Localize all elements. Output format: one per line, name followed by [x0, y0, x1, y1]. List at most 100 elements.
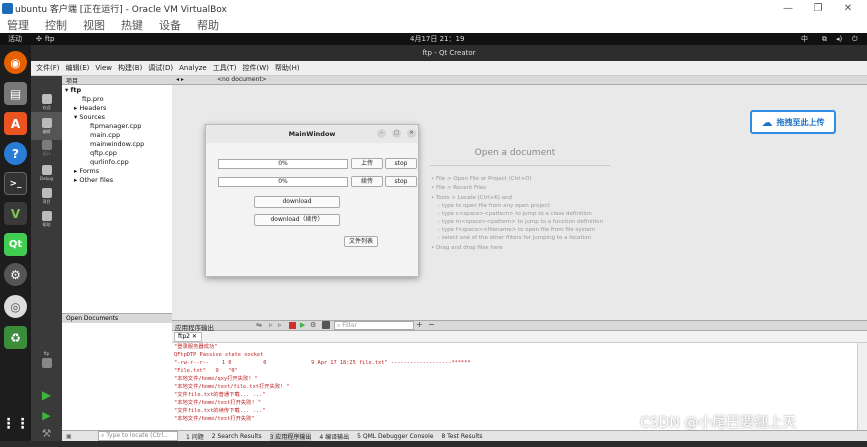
ubuntu-top-bar: 活动 ✣ ftp 4月17日 21：19 中 ⧉ ◂) ⏻ — [0, 33, 867, 45]
stop-icon[interactable] — [289, 322, 296, 329]
tree-file[interactable]: qurlinfo.cpp — [90, 158, 129, 166]
dialog-minimize-icon[interactable]: – — [377, 129, 386, 138]
trash-icon[interactable]: ♻ — [4, 326, 27, 349]
stop-upload-button[interactable]: stop — [385, 158, 417, 169]
menu-help[interactable]: 帮助 — [197, 17, 219, 33]
clear-icon[interactable] — [322, 321, 330, 329]
show-apps-icon[interactable]: ⋮⋮ — [2, 412, 30, 435]
mode-label: 帮助 — [42, 221, 51, 227]
resume-progress-bar: 0% — [218, 177, 348, 187]
terminal-icon[interactable]: >_ — [4, 172, 27, 195]
sidebar-toggle-icon[interactable]: ▣ — [66, 433, 90, 440]
upload-button[interactable]: 上传 — [351, 158, 383, 169]
add-icon[interactable]: + — [416, 320, 423, 329]
nav-back-icon[interactable]: ◂ ▸ — [176, 76, 184, 83]
tree-file[interactable]: main.cpp — [90, 131, 120, 139]
menu-edit[interactable]: 编辑(E) — [66, 63, 90, 73]
locator-input[interactable]: ⌕ Type to locate (Ctrl... — [98, 431, 178, 441]
status-search-results[interactable]: 2 Search Results — [212, 433, 262, 440]
dialog-close-icon[interactable]: ✕ — [407, 129, 416, 138]
restore-icon[interactable]: ❐ — [803, 0, 833, 17]
menu-tools[interactable]: 工具(T) — [213, 63, 237, 73]
activities-button[interactable]: 活动 — [8, 34, 22, 44]
stop-resume-button[interactable]: stop — [385, 176, 417, 187]
document-selector[interactable]: <no document> — [217, 76, 267, 83]
output-tab-ftp2[interactable]: ftp2 ✕ — [174, 332, 202, 342]
tree-item-pro[interactable]: ftp.pro — [82, 95, 104, 103]
menu-hotkeys[interactable]: 热键 — [121, 17, 143, 33]
close-tab-icon[interactable]: ✕ — [192, 333, 197, 340]
output-line: "-rw-r--r-- 1 0 0 9 Apr 17 18:25 file.tx… — [174, 360, 471, 366]
menu-view[interactable]: 视图 — [83, 17, 105, 33]
app-menu-label[interactable]: ftp — [45, 35, 55, 43]
menu-debug[interactable]: 调试(D) — [148, 63, 173, 73]
help-icon[interactable]: ? — [4, 142, 27, 165]
power-icon[interactable]: ⏻ — [852, 35, 858, 44]
menu-build[interactable]: 构建(B) — [118, 63, 142, 73]
tree-file[interactable]: mainwindow.cpp — [90, 140, 144, 148]
tree-root[interactable]: ▾ ftp — [65, 86, 81, 94]
edit-icon — [41, 117, 52, 128]
drag-upload-widget[interactable]: ☁ 拖拽至此上传 — [750, 110, 836, 134]
status-test-results[interactable]: 8 Test Results — [441, 433, 482, 440]
output-tab-bar: ftp2 ✕ — [172, 331, 867, 343]
tree-root-label: ftp — [70, 86, 82, 94]
app-menu-icon[interactable]: ✣ — [36, 35, 42, 43]
output-tab-label: ftp2 — [178, 333, 190, 340]
file-list-button[interactable]: 文件列表 — [344, 236, 378, 247]
download-button[interactable]: download — [254, 196, 340, 208]
tree-item-label: Headers — [79, 104, 107, 112]
mode-help[interactable]: 帮助 — [31, 205, 62, 233]
remove-icon[interactable]: − — [428, 320, 435, 329]
vim-icon[interactable]: V — [4, 202, 27, 225]
build-hammer-icon[interactable]: ⚒ — [31, 419, 62, 447]
filter-input[interactable]: ⌕ Filter — [334, 321, 414, 330]
minimize-icon[interactable]: — — [773, 0, 803, 17]
status-issues[interactable]: 1 问题 — [186, 432, 204, 441]
qt-creator-icon[interactable]: Qt — [4, 233, 27, 256]
menu-widgets[interactable]: 控件(W) — [242, 63, 268, 73]
run-icon[interactable]: ▶ — [300, 321, 305, 329]
input-method-indicator[interactable]: 中 — [801, 34, 808, 44]
settings-icon[interactable]: ⚙ — [310, 321, 316, 329]
mainwindow-dialog: MainWindow – □ ✕ 0% 上传 stop 0% 续传 stop d… — [205, 124, 419, 277]
download-resume-button[interactable]: download（续传） — [254, 214, 340, 226]
network-icon[interactable]: ⧉ — [822, 35, 827, 44]
tree-folder-other[interactable]: ▸ Other files — [74, 176, 113, 184]
files-icon[interactable]: ▤ — [4, 82, 27, 105]
menu-help[interactable]: 帮助(H) — [275, 63, 300, 73]
clock[interactable]: 4月17日 21：19 — [410, 34, 464, 44]
status-compile-output[interactable]: 4 编译输出 — [319, 432, 349, 441]
hint-line: - type m<space><pattern> to jump to a fu… — [438, 219, 604, 225]
reload-icon[interactable]: ▹ — [278, 321, 282, 329]
menu-analyze[interactable]: Analyze — [179, 64, 207, 72]
volume-icon[interactable]: ◂) — [836, 35, 842, 43]
resume-upload-button[interactable]: 续传 — [351, 176, 383, 187]
tree-file[interactable]: ftpmanager.cpp — [90, 122, 141, 130]
tree-folder-headers[interactable]: ▸ Headers — [74, 104, 106, 112]
menu-file[interactable]: 文件(F) — [36, 63, 60, 73]
status-application-output[interactable]: 3 应用程序输出 — [269, 431, 312, 441]
attach-icon[interactable]: ⇋ — [256, 321, 262, 329]
help-icon — [41, 210, 52, 221]
tree-item-label: Sources — [79, 113, 106, 121]
kit-selector[interactable]: ftp — [31, 346, 62, 374]
close-icon[interactable]: ✕ — [833, 0, 863, 17]
settings-icon[interactable]: ⚙ — [4, 263, 27, 286]
menu-control[interactable]: 控制 — [45, 17, 67, 33]
status-qml-console[interactable]: 5 QML Debugger Console — [357, 433, 433, 440]
firefox-icon[interactable]: ◉ — [4, 51, 27, 74]
output-scrollbar[interactable] — [857, 343, 867, 430]
tree-folder-sources[interactable]: ▾ Sources — [74, 113, 105, 121]
menu-view[interactable]: View — [95, 64, 112, 72]
menu-manage[interactable]: 管理 — [7, 17, 29, 33]
mode-design[interactable]: 设计 — [31, 134, 62, 162]
tree-file[interactable]: qftp.cpp — [90, 149, 117, 157]
disc-icon[interactable]: ◎ — [4, 295, 27, 318]
tree-folder-forms[interactable]: ▸ Forms — [74, 167, 99, 175]
software-center-icon[interactable]: A — [4, 112, 27, 135]
dialog-maximize-icon[interactable]: □ — [392, 129, 401, 138]
monitor-icon — [41, 358, 52, 368]
menu-devices[interactable]: 设备 — [159, 17, 181, 33]
step-icon[interactable]: ▹ — [269, 321, 273, 329]
